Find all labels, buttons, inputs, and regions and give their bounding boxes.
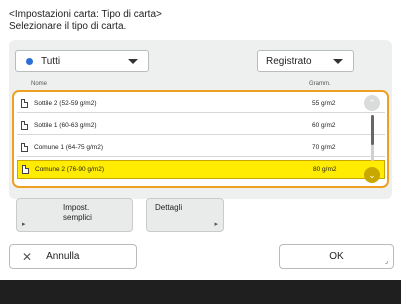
scroll-down-button[interactable]: ⌄: [364, 167, 380, 183]
status-bar: [0, 280, 401, 304]
column-header-name: Nome: [31, 81, 48, 87]
list-item[interactable]: Comune 1 (64-75 g/m2) 70 g/m2: [17, 138, 385, 157]
paper-name: Comune 1 (64-75 g/m2): [34, 143, 104, 151]
chevron-up-icon: ⌃: [368, 97, 376, 108]
ok-label: OK: [329, 251, 344, 262]
type-filter-dropdown[interactable]: Tutti: [15, 50, 149, 72]
details-label: Dettagli: [155, 203, 183, 212]
document-icon: [21, 120, 28, 130]
cancel-label: Annulla: [46, 251, 80, 262]
simple-settings-button[interactable]: ▸ Impost. semplici: [16, 198, 133, 232]
sort-dropdown[interactable]: Registrato: [257, 50, 354, 72]
paper-gram: 60 g/m2: [312, 121, 336, 129]
list-item-selected[interactable]: Comune 2 (76-90 g/m2) 80 g/m2: [17, 160, 385, 179]
paper-name: Comune 2 (76-90 g/m2): [35, 166, 105, 173]
ok-button[interactable]: OK ⌟: [279, 244, 394, 269]
simple-settings-label-1: Impost.: [63, 203, 90, 212]
paper-gram: 55 g/m2: [312, 99, 336, 107]
filter-dot-icon: [26, 57, 33, 65]
cancel-button[interactable]: ✕ Annulla: [9, 244, 137, 269]
column-header-gram: Gramm.: [309, 81, 331, 87]
document-icon: [21, 142, 28, 152]
corner-arrow-icon: ⌟: [384, 258, 388, 265]
type-filter-value: Tutti: [41, 55, 61, 67]
paper-name: Sottile 1 (60-63 g/m2): [34, 121, 97, 129]
chevron-down-icon: [128, 58, 138, 64]
arrow-icon: ▸: [22, 221, 26, 228]
list-item[interactable]: Sottile 2 (52-59 g/m2) 55 g/m2: [17, 94, 385, 113]
chevron-down-icon: [333, 58, 343, 64]
paper-type-list: Sottile 2 (52-59 g/m2) 55 g/m2 Sottile 1…: [12, 90, 389, 188]
paper-name: Sottile 2 (52-59 g/m2): [34, 99, 97, 107]
page-subtitle: Selezionare il tipo di carta.: [9, 21, 127, 32]
paper-type-panel: Tutti Registrato Nome Gramm. Sottile 2 (…: [9, 40, 392, 199]
chevron-down-icon: ⌄: [368, 169, 376, 180]
paper-gram: 70 g/m2: [312, 143, 336, 151]
simple-settings-label-2: semplici: [63, 213, 92, 222]
list-scrollbar[interactable]: ⌃ ⌄: [362, 95, 384, 183]
close-icon: ✕: [22, 249, 33, 264]
paper-gram: 80 g/m2: [313, 166, 337, 173]
sort-value: Registrato: [266, 55, 312, 67]
document-icon: [21, 98, 28, 108]
details-button[interactable]: Dettagli ▸: [146, 198, 224, 232]
arrow-icon: ▸: [214, 221, 218, 228]
scroll-up-button[interactable]: ⌃: [364, 95, 380, 111]
page-title: <Impostazioni carta: Tipo di carta>: [9, 9, 162, 20]
page-header: <Impostazioni carta: Tipo di carta> Sele…: [9, 9, 162, 33]
scroll-thumb[interactable]: [371, 115, 374, 145]
document-icon: [22, 165, 29, 174]
list-item[interactable]: Sottile 1 (60-63 g/m2) 60 g/m2: [17, 116, 385, 135]
